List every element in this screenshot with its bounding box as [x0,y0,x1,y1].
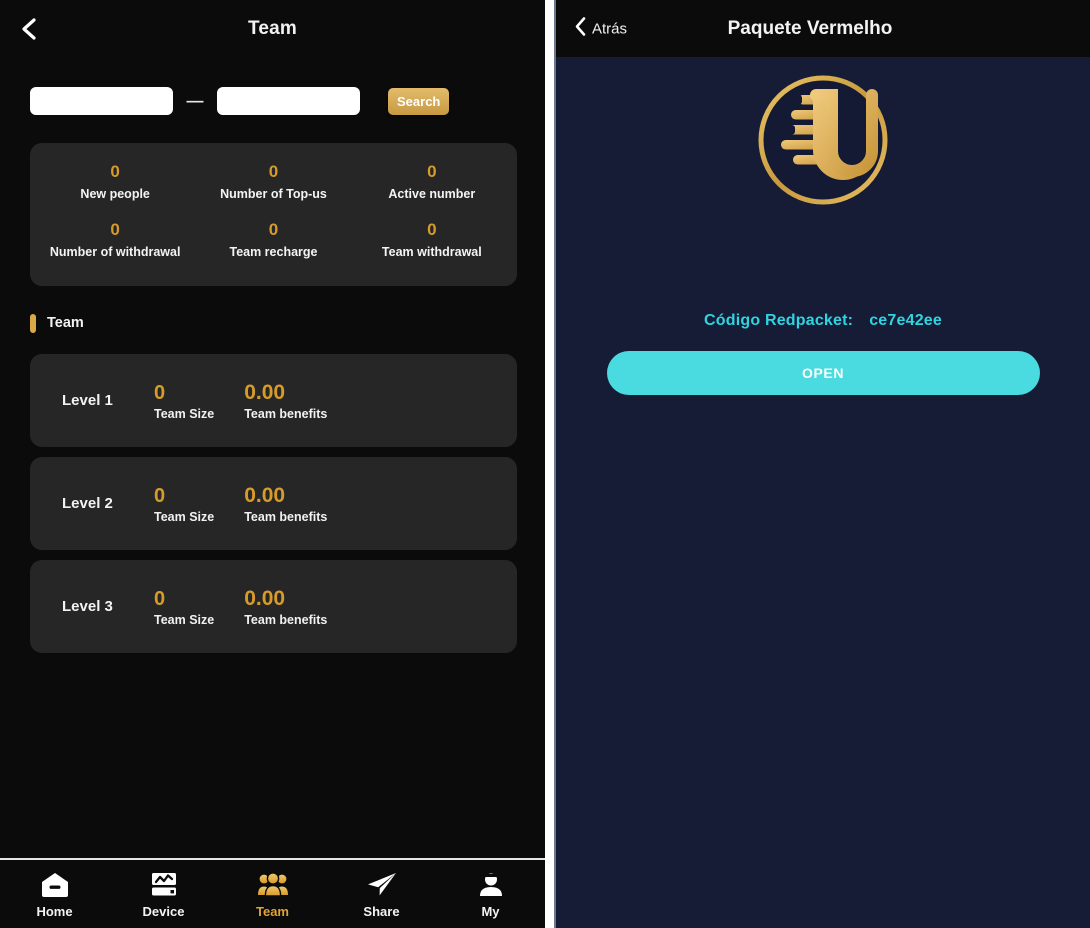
stat-active-number: 0 Active number [353,161,511,202]
metric-value: 0.00 [244,586,286,610]
metric-value: 0.00 [244,380,286,404]
tab-device[interactable]: Device [109,869,218,919]
stats-row-2: 0 Number of withdrawal 0 Team recharge 0… [36,219,511,260]
metric-label: Team benefits [244,509,328,524]
open-button[interactable]: OPEN [606,351,1040,395]
level-card[interactable]: Level 1 0 Team Size 0.00 Team benefits [30,354,517,447]
tab-label: Device [142,904,185,919]
tab-my[interactable]: My [436,869,545,919]
back-icon[interactable] [16,16,42,42]
panel-divider [545,0,556,928]
home-icon [40,869,70,899]
code-label: Código Redpacket: [704,312,854,329]
metric-value: 0 [154,381,166,404]
metric-label: Team Size [154,509,215,524]
stat-label: Team withdrawal [381,245,482,259]
stat-team-withdrawal: 0 Team withdrawal [353,219,511,260]
tab-label: Home [36,904,73,919]
level-team-benefits: 0.00 Team benefits [244,587,327,627]
share-icon [366,869,398,899]
right-header: Atrás Paquete Vermelho [556,0,1090,57]
team-stats-card: 0 New people 0 Number of Top-us 0 Active… [30,143,517,286]
level-team-size: 0 Team Size [154,587,214,627]
search-input-to[interactable] [217,87,360,115]
level-team-size: 0 Team Size [154,381,214,421]
page-title: Team [247,17,298,39]
metric-label: Team Size [154,612,215,627]
search-row: — Search [0,87,545,115]
page-title: Paquete Vermelho [727,17,893,39]
stat-new-people: 0 New people [36,161,194,202]
tab-label: Team [256,904,289,919]
range-separator: — [186,91,204,110]
level-card[interactable]: Level 3 0 Team Size 0.00 Team benefits [30,560,517,653]
team-icon [257,869,289,899]
level-team-benefits: 0.00 Team benefits [244,484,327,524]
metric-label: Team benefits [244,406,328,421]
stat-number-of-withdrawal: 0 Number of withdrawal [36,219,194,260]
stat-label: New people [80,187,150,201]
metric-value: 0.00 [244,483,286,507]
back-label: Atrás [592,20,628,37]
stat-value: 0 [268,220,279,239]
redpacket-code-row: Código Redpacket: ce7e42ee [556,312,1090,330]
stats-row-1: 0 New people 0 Number of Top-us 0 Active… [36,161,511,202]
level-name: Level 2 [62,495,113,512]
team-section-header: Team [30,312,545,334]
metric-value: 0 [154,484,166,507]
tab-home[interactable]: Home [0,869,109,919]
level-name: Level 3 [62,598,113,615]
level-team-benefits: 0.00 Team benefits [244,381,327,421]
stat-number-of-top-us: 0 Number of Top-us [194,161,352,202]
back-button[interactable]: Atrás [574,16,627,41]
device-icon [149,869,179,899]
stat-label: Number of withdrawal [49,245,181,259]
code-value: ce7e42ee [869,312,942,329]
level-name: Level 1 [62,392,113,409]
section-accent-bar [30,313,36,333]
stat-label: Number of Top-us [220,187,327,201]
tab-share[interactable]: Share [327,869,436,919]
stat-value: 0 [110,162,120,181]
stat-value: 0 [110,220,120,239]
tab-team[interactable]: Team [218,869,327,919]
tab-label: Share [363,904,400,919]
section-label: Team [47,315,84,331]
level-team-size: 0 Team Size [154,484,214,524]
search-button[interactable]: Search [388,87,450,115]
u-coin-logo-icon [750,67,896,218]
metric-label: Team Size [154,406,215,421]
back-icon [574,16,588,41]
team-level-list: Level 1 0 Team Size 0.00 Team benefits L… [30,354,517,653]
left-header: Team [0,0,545,57]
stat-value: 0 [268,162,279,181]
stat-team-recharge: 0 Team recharge [194,219,352,260]
stat-label: Active number [388,187,476,201]
metric-label: Team benefits [244,612,328,627]
left-phone-panel: Team — Search 0 New people 0 Number of T… [0,0,545,928]
tab-label: My [481,904,500,919]
stat-label: Team recharge [229,245,318,259]
stat-value: 0 [427,220,437,239]
stat-value: 0 [427,162,437,181]
app-screenshot: Team — Search 0 New people 0 Number of T… [0,0,1090,928]
metric-value: 0 [154,587,166,610]
search-input-from[interactable] [30,87,173,115]
brand-logo [556,57,1090,218]
person-icon [476,869,506,899]
right-phone-panel: Atrás Paquete Vermelho Código Redpacket:… [556,0,1090,928]
level-card[interactable]: Level 2 0 Team Size 0.00 Team benefits [30,457,517,550]
bottom-tab-bar: Home Device Team Share My [0,858,545,928]
